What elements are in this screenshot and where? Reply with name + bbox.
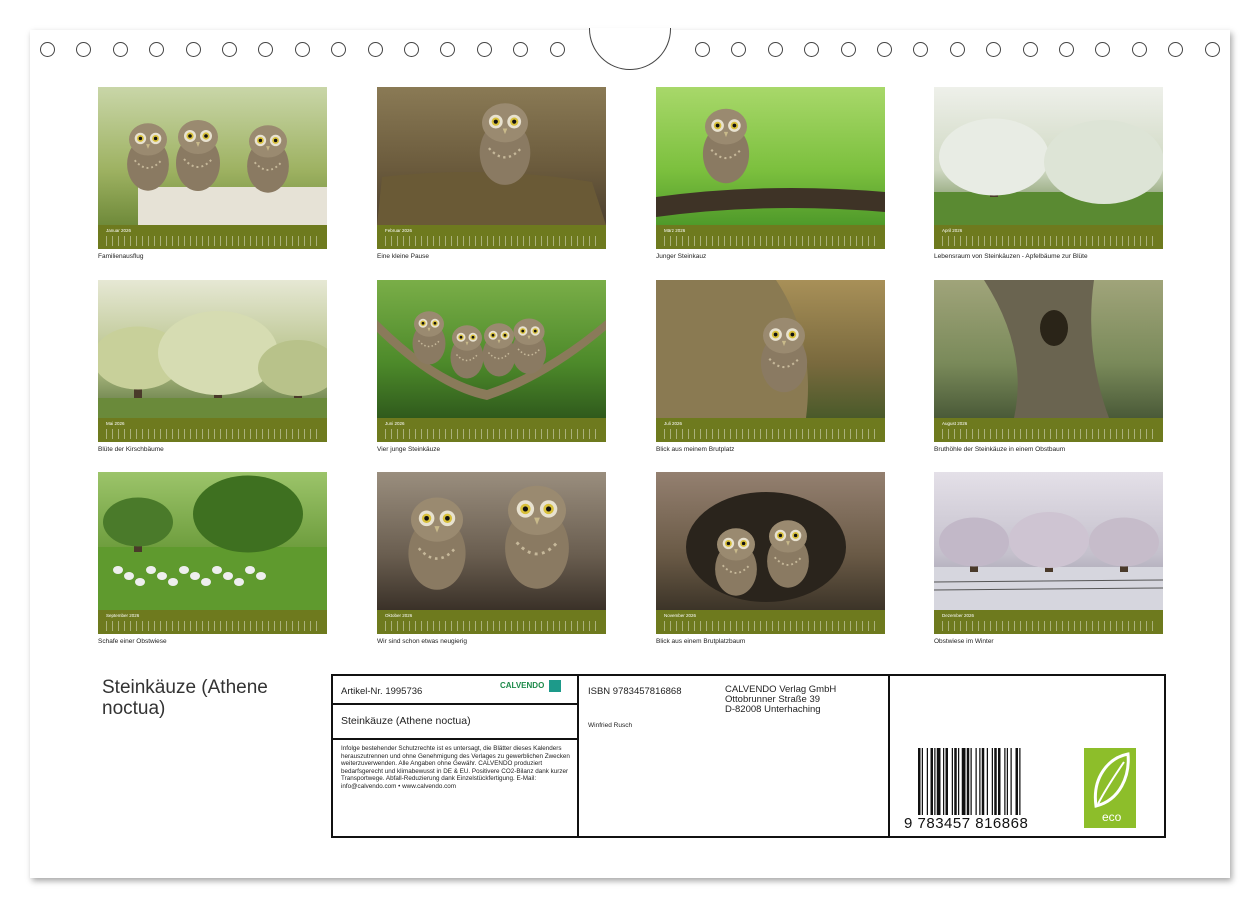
- photo-caption: Blick aus einem Brutplatzbaum: [656, 638, 746, 645]
- month-name: September 2026: [106, 613, 140, 618]
- day-grid: [664, 621, 877, 631]
- day-grid: [385, 236, 598, 246]
- month-calendar-strip: Februar 2026: [377, 225, 606, 249]
- product-title: Steinkäuze (Athene noctua): [341, 715, 471, 727]
- divider: [888, 676, 890, 836]
- binding-ring: [40, 42, 55, 57]
- month-calendar-strip: Januar 2026: [98, 225, 327, 249]
- month-name: August 2026: [942, 421, 968, 426]
- isbn: ISBN 9783457816868: [588, 686, 682, 697]
- binding-ring: [185, 42, 201, 57]
- binding-ring: [367, 42, 383, 57]
- divider: [577, 676, 579, 836]
- day-grid: [664, 429, 877, 439]
- month-photo: [377, 472, 606, 610]
- publisher-address: CALVENDO Verlag GmbH Ottobrunner Straße …: [725, 684, 837, 715]
- binding-ring: [112, 42, 128, 57]
- day-grid: [106, 236, 319, 246]
- binding-ring: [767, 42, 783, 57]
- month-photo: [377, 87, 606, 225]
- month-calendar-strip: Juni 2026: [377, 418, 606, 442]
- month-name: November 2026: [664, 613, 697, 618]
- photo-caption: Vier junge Steinkäuze: [377, 446, 441, 453]
- day-grid: [385, 429, 598, 439]
- photo-caption: Familienausflug: [98, 253, 144, 260]
- month-calendar-strip: Dezember 2026: [934, 610, 1163, 634]
- calendar-title: Steinkäuze (Athene noctua): [102, 677, 268, 719]
- binding-ring: [1131, 42, 1147, 57]
- article-number: Artikel-Nr. 1995736: [341, 686, 423, 697]
- month-name: Mai 2026: [106, 421, 125, 426]
- binding-ring: [840, 42, 856, 57]
- month-calendar-strip: März 2026: [656, 225, 885, 249]
- binding-ring: [549, 42, 565, 57]
- month-calendar-strip: Oktober 2026: [377, 610, 606, 634]
- month-name: Januar 2026: [106, 228, 132, 233]
- month-photo: [934, 472, 1163, 610]
- binding-ring: [949, 42, 965, 57]
- month-calendar-strip: Juli 2026: [656, 418, 885, 442]
- binding-ring: [1204, 42, 1220, 57]
- month-photo: [98, 280, 327, 418]
- month-photo: [98, 87, 327, 225]
- day-grid: [942, 236, 1155, 246]
- month-photo: [656, 87, 885, 225]
- month-photo: [934, 87, 1163, 225]
- author: Winfried Rusch: [588, 722, 633, 729]
- eco-badge: eco: [1084, 748, 1136, 828]
- month-name: Februar 2026: [385, 228, 413, 233]
- day-grid: [106, 429, 319, 439]
- month-name: Juli 2026: [664, 421, 683, 426]
- divider: [333, 703, 577, 705]
- divider: [333, 738, 577, 740]
- binding-ring: [877, 42, 892, 57]
- month-calendar-strip: April 2026: [934, 225, 1163, 249]
- legal-text: Infolge bestehender Schutzrechte ist es …: [341, 745, 570, 790]
- day-grid: [385, 621, 598, 631]
- month-photo: [656, 472, 885, 610]
- day-grid: [942, 429, 1155, 439]
- month-calendar-strip: November 2026: [656, 610, 885, 634]
- month-photo: [656, 280, 885, 418]
- photo-caption: Junger Steinkauz: [656, 253, 707, 260]
- month-photo: [98, 472, 327, 610]
- photo-caption: Obstwiese im Winter: [934, 638, 994, 645]
- photo-caption: Eine kleine Pause: [377, 253, 430, 260]
- brand-mark-icon: [548, 680, 561, 692]
- month-photo: [377, 280, 606, 418]
- binding-ring: [1022, 42, 1038, 57]
- photo-caption: Lebensraum von Steinkäuzen - Apfelbäume …: [934, 253, 1088, 260]
- month-calendar-strip: September 2026: [98, 610, 327, 634]
- brand-logo: CALVENDO: [500, 680, 561, 692]
- binding-ring: [1059, 42, 1074, 57]
- day-grid: [664, 236, 877, 246]
- month-name: April 2026: [942, 228, 963, 233]
- month-name: März 2026: [664, 228, 686, 233]
- photo-caption: Wir sind schon etwas neugierig: [377, 638, 467, 645]
- photo-caption: Blüte der Kirschbäume: [98, 446, 164, 453]
- barcode-number: 9 783457 816868: [904, 815, 1029, 832]
- binding-ring: [476, 42, 492, 57]
- day-grid: [942, 621, 1155, 631]
- photo-caption: Blick aus meinem Brutplatz: [656, 446, 735, 453]
- month-name: Dezember 2026: [942, 613, 975, 618]
- month-name: Juni 2026: [385, 421, 405, 426]
- month-calendar-strip: Mai 2026: [98, 418, 327, 442]
- day-grid: [106, 621, 319, 631]
- month-photo: [934, 280, 1163, 418]
- month-calendar-strip: August 2026: [934, 418, 1163, 442]
- photo-caption: Bruthöhle der Steinkäuze in einem Obstba…: [934, 446, 1066, 453]
- binding-ring: [222, 42, 237, 57]
- binding-ring: [294, 42, 310, 57]
- photo-caption: Schafe einer Obstwiese: [98, 638, 167, 645]
- binding-ring: [695, 42, 710, 57]
- month-name: Oktober 2026: [385, 613, 413, 618]
- binding-ring: [404, 42, 419, 57]
